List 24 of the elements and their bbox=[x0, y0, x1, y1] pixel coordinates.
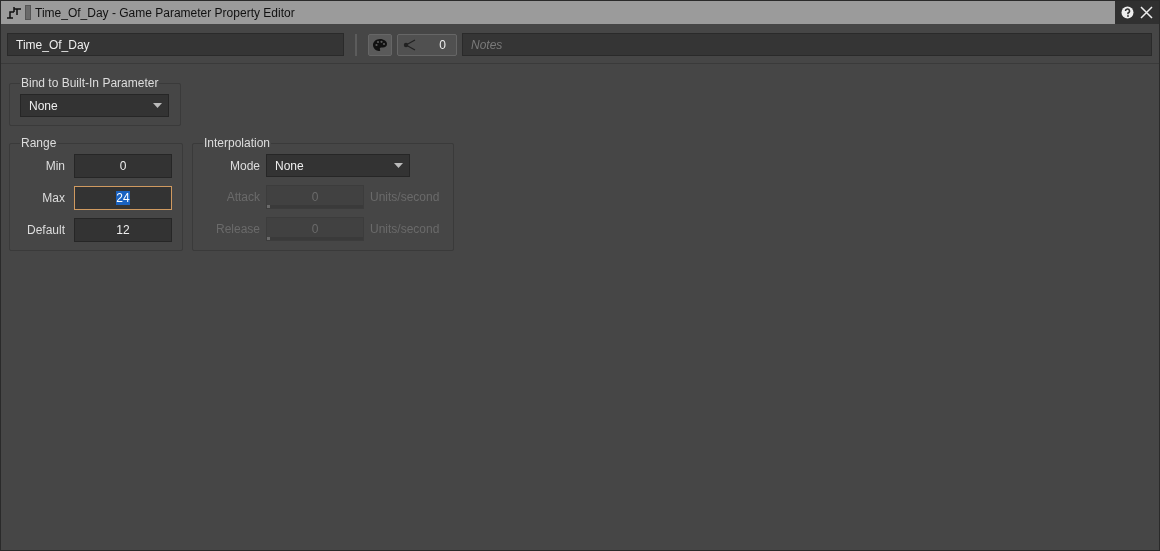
dropdown-arrow-icon bbox=[394, 163, 403, 168]
window-title: Time_Of_Day - Game Parameter Property Editor bbox=[35, 5, 296, 20]
color-button[interactable] bbox=[368, 33, 392, 56]
number-field[interactable]: 24 bbox=[74, 186, 172, 210]
field-label: Default bbox=[25, 223, 65, 237]
dropdown-arrow-icon bbox=[153, 103, 162, 108]
field-label: Mode bbox=[228, 158, 260, 173]
number-field[interactable]: 12 bbox=[74, 218, 172, 242]
number-field[interactable]: 0 bbox=[74, 154, 172, 178]
group-title: Interpolation bbox=[203, 136, 272, 150]
title-bar-marker bbox=[25, 5, 31, 20]
group-title: Range bbox=[20, 136, 58, 150]
mode-dropdown[interactable]: None bbox=[266, 154, 410, 177]
group-title: Bind to Built-In Parameter bbox=[20, 76, 160, 90]
field-label: Min bbox=[44, 159, 65, 173]
name-field[interactable]: Time_Of_Day bbox=[7, 33, 344, 56]
close-icon[interactable] bbox=[1140, 6, 1153, 19]
parameter-dropdown[interactable]: None bbox=[20, 94, 169, 117]
help-icon[interactable] bbox=[1121, 6, 1134, 19]
share-button[interactable]: 0 bbox=[397, 33, 457, 56]
notes-field[interactable]: Notes bbox=[462, 33, 1152, 56]
palette-icon bbox=[372, 37, 388, 52]
field-label: Max bbox=[41, 191, 65, 205]
app-icon bbox=[6, 5, 22, 20]
